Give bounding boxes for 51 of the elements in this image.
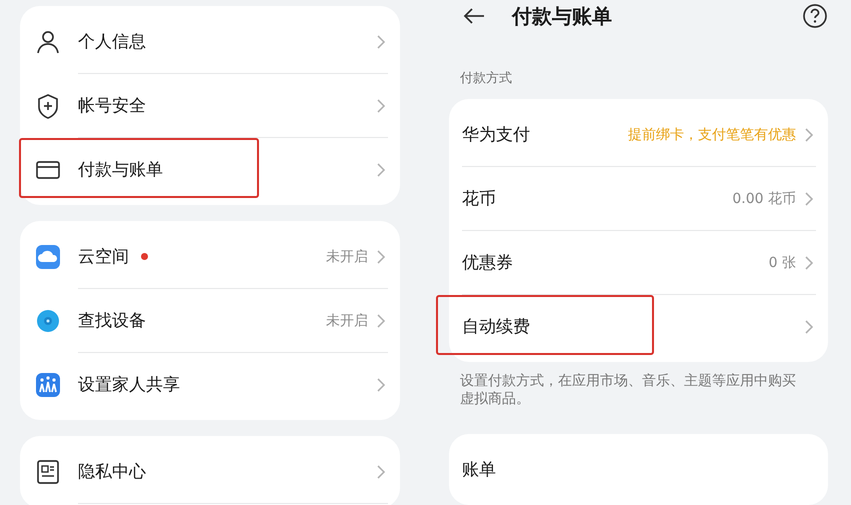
status-text: 未开启	[326, 312, 368, 330]
payment-item[interactable]: 花币 0.00 花币	[449, 167, 828, 230]
chevron-icon	[376, 34, 386, 50]
chevron-icon	[804, 126, 814, 142]
payment-item[interactable]: 华为支付 提前绑卡，支付笔笔有优惠	[449, 103, 828, 166]
payment-item-value: 0.00 花币	[732, 190, 796, 208]
payment-item-label: 华为支付	[462, 124, 530, 146]
payment-note: 设置付款方式，在应用市场、音乐、主题等应用中购买虚拟商品。	[460, 372, 797, 408]
back-icon[interactable]	[462, 7, 486, 25]
cloud-icon	[35, 244, 61, 270]
person-icon	[35, 28, 61, 54]
chevron-icon	[804, 254, 814, 270]
chevron-icon	[376, 376, 386, 392]
menu-item[interactable]: 设置家人共享	[20, 353, 400, 416]
shield-icon	[35, 92, 61, 118]
id-card-icon	[35, 458, 61, 484]
chevron-icon	[804, 190, 814, 206]
location-icon	[35, 308, 61, 334]
bills-item-label: 账单	[462, 459, 496, 481]
payment-item-value: 提前绑卡，支付笔笔有优惠	[628, 126, 796, 144]
payment-item-label: 自动续费	[462, 316, 530, 338]
payment-item[interactable]: 优惠券 0 张	[449, 231, 828, 294]
payment-item-label: 花币	[462, 188, 496, 210]
menu-item[interactable]: 云空间 未开启	[20, 225, 400, 288]
chevron-icon	[376, 162, 386, 178]
payment-item-label: 优惠券	[462, 252, 513, 274]
chevron-icon	[376, 248, 386, 264]
bills-item[interactable]: 账单	[449, 438, 828, 501]
menu-item-label: 云空间	[78, 246, 129, 268]
chevron-icon	[804, 318, 814, 334]
menu-item[interactable]: 查找设备 未开启	[20, 289, 400, 352]
payment-item-value: 0 张	[768, 254, 796, 272]
menu-item-label: 付款与账单	[78, 159, 163, 181]
menu-item[interactable]: 帐号安全	[20, 74, 400, 137]
menu-item-label: 查找设备	[78, 310, 146, 332]
menu-item-label: 帐号安全	[78, 95, 146, 117]
menu-item[interactable]: 个人信息	[20, 10, 400, 73]
chevron-icon	[376, 98, 386, 114]
status-text: 未开启	[326, 248, 368, 266]
menu-item-label: 个人信息	[78, 31, 146, 53]
chevron-icon	[376, 464, 386, 480]
chevron-icon	[376, 312, 386, 328]
section-title: 付款方式	[460, 70, 513, 87]
help-icon[interactable]	[802, 3, 828, 29]
menu-item[interactable]: 付款与账单	[20, 138, 400, 201]
page-title: 付款与账单	[512, 2, 612, 30]
menu-item[interactable]: 隐私中心	[20, 440, 400, 503]
menu-item-label: 设置家人共享	[78, 374, 180, 396]
payment-item[interactable]: 自动续费	[449, 295, 828, 358]
menu-item-label: 隐私中心	[78, 461, 146, 483]
family-icon	[35, 372, 61, 398]
